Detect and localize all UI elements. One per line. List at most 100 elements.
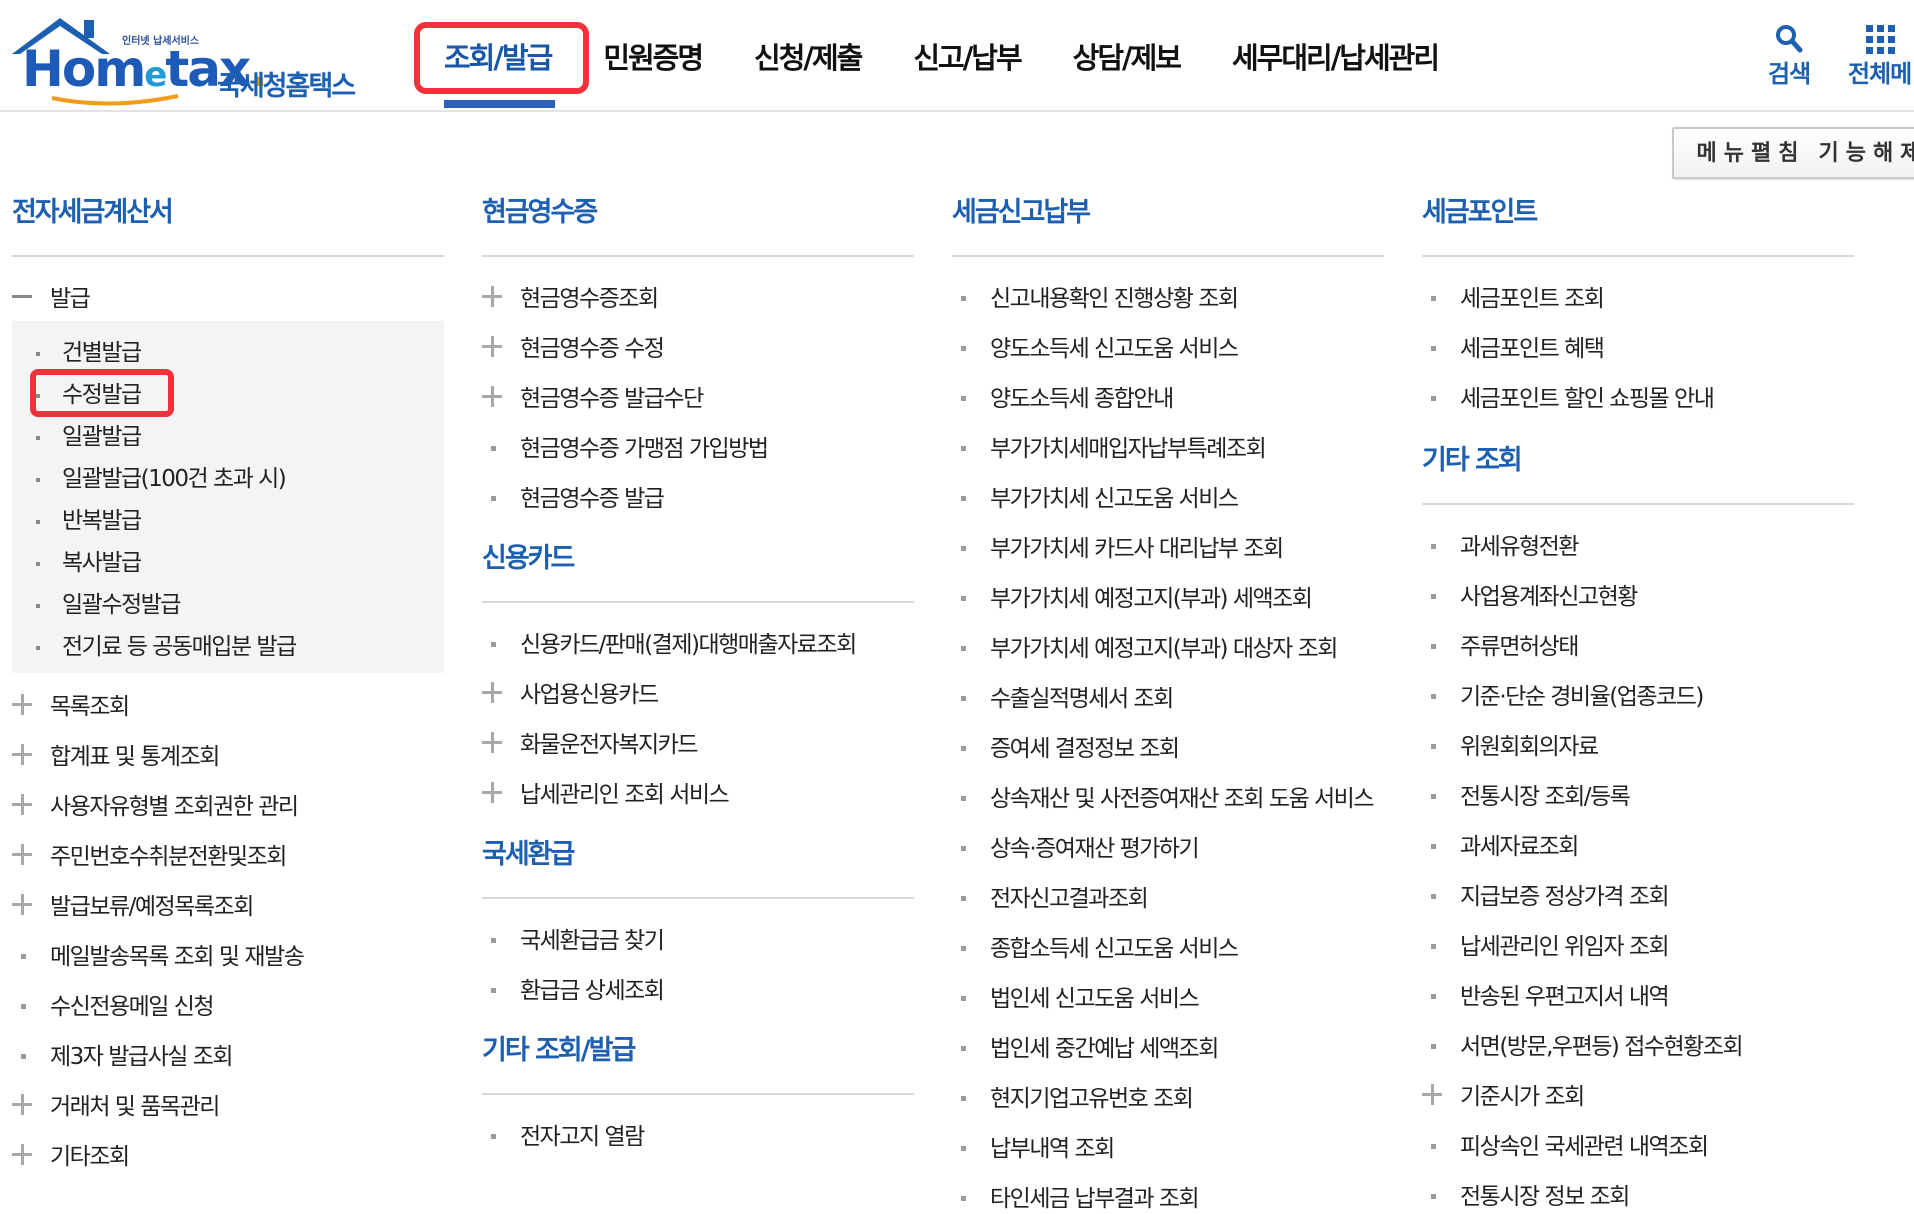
menu-item[interactable]: 세금포인트 조회 (1422, 271, 1854, 321)
bullet-icon (1422, 969, 1460, 1019)
menu-item-label: 기타조회 (50, 1144, 130, 1170)
menu-item[interactable]: 환급금 상세조회 (482, 963, 914, 1013)
menu-item[interactable]: 신고내용확인 진행상황 조회 (952, 271, 1384, 321)
bullet-icon (952, 371, 990, 421)
menu-item[interactable]: 사업용계좌신고현황 (1422, 569, 1854, 619)
menu-item[interactable]: 증여세 결정정보 조회 (952, 721, 1384, 771)
menu-item[interactable]: 현금영수증조회 (482, 271, 914, 321)
menu-item[interactable]: 사용자유형별 조회권한 관리 (12, 779, 444, 829)
menu-item[interactable]: 부가가치세 신고도움 서비스 (952, 471, 1384, 521)
minus-icon (12, 271, 50, 321)
menu-item-label: 위원회회의자료 (1460, 734, 1599, 760)
section-title[interactable]: 기타 조회/발급 (482, 1031, 914, 1071)
gnb-item-civil-certificate[interactable]: 민원증명 (603, 0, 704, 112)
menu-item[interactable]: 현지기업고유번호 조회 (952, 1071, 1384, 1121)
menu-item[interactable]: 세금포인트 혜택 (1422, 321, 1854, 371)
menu-item[interactable]: 주민번호수취분전환및조회 (12, 829, 444, 879)
search-button[interactable]: 검색 (1768, 18, 1811, 89)
menu-item[interactable]: 현금영수증 발급 (482, 471, 914, 521)
menu-item[interactable]: 기준·단순 경비율(업종코드) (1422, 669, 1854, 719)
gnb-item-apply-submit[interactable]: 신청/제출 (754, 0, 863, 112)
menu-item[interactable]: 납세관리인 조회 서비스 (482, 767, 914, 817)
section-title[interactable]: 현금영수증 (482, 193, 914, 233)
menu-item[interactable]: 납세관리인 위임자 조회 (1422, 919, 1854, 969)
menu-item[interactable]: 신용카드/판매(결제)대행매출자료조회 (482, 617, 914, 667)
menu-item[interactable]: 상속·증여재산 평가하기 (952, 821, 1384, 871)
bullet-icon (952, 421, 990, 471)
menu-item[interactable]: 부가가치세 예정고지(부과) 세액조회 (952, 571, 1384, 621)
menu-item[interactable]: 국세환급금 찾기 (482, 913, 914, 963)
menu-item[interactable]: 주류면허상태 (1422, 619, 1854, 669)
menu-item[interactable]: 법인세 신고도움 서비스 (952, 971, 1384, 1021)
menu-item[interactable]: 타인세금 납부결과 조회 (952, 1171, 1384, 1214)
menu-item[interactable]: 기준시가 조회 (1422, 1069, 1854, 1119)
bullet-icon (12, 979, 50, 1029)
menu-item[interactable]: 전통시장 조회/등록 (1422, 769, 1854, 819)
section-title[interactable]: 전자세금계산서 (12, 193, 444, 233)
menu-item[interactable]: 종합소득세 신고도움 서비스 (952, 921, 1384, 971)
menu-item-label: 법인세 중간예납 세액조회 (990, 1036, 1219, 1062)
section-title[interactable]: 세금포인트 (1422, 193, 1854, 233)
menu-unfold-toggle-button[interactable]: 메뉴펼침 기능해제 (1672, 127, 1914, 179)
menu-item[interactable]: 기타조회 (12, 1129, 444, 1179)
menu-item[interactable]: 서면(방문,우편등) 접수현황조회 (1422, 1019, 1854, 1069)
gnb-item-report-pay[interactable]: 신고/납부 (913, 0, 1022, 112)
submenu-item[interactable]: 일괄발급(100건 초과 시) (12, 455, 444, 497)
menu-item[interactable]: 지급보증 정상가격 조회 (1422, 869, 1854, 919)
menu-item-label: 피상속인 국세관련 내역조회 (1460, 1134, 1709, 1160)
menu-item-label: 법인세 신고도움 서비스 (990, 986, 1200, 1012)
menu-item[interactable]: 부가가치세 예정고지(부과) 대상자 조회 (952, 621, 1384, 671)
menu-item[interactable]: 목록조회 (12, 679, 444, 729)
submenu-item[interactable]: 전기료 등 공동매입분 발급 (12, 623, 444, 665)
menu-item[interactable]: 현금영수증 발급수단 (482, 371, 914, 421)
menu-item[interactable]: 거래처 및 품목관리 (12, 1079, 444, 1129)
menu-item[interactable]: 세금포인트 할인 쇼핑몰 안내 (1422, 371, 1854, 421)
menu-item[interactable]: 전자신고결과조회 (952, 871, 1384, 921)
menu-item[interactable]: 제3자 발급사실 조회 (12, 1029, 444, 1079)
menu-item[interactable]: 현금영수증 수정 (482, 321, 914, 371)
menu-item[interactable]: 법인세 중간예납 세액조회 (952, 1021, 1384, 1071)
menu-item[interactable]: 과세자료조회 (1422, 819, 1854, 869)
section-title[interactable]: 신용카드 (482, 539, 914, 579)
submenu-item-highlighted[interactable]: 수정발급 (12, 369, 444, 417)
gnb-item-inquiry-issue[interactable]: 조회/발급 (414, 0, 589, 112)
submenu-item[interactable]: 반복발급 (12, 497, 444, 539)
all-menu-button[interactable]: 전체메 (1848, 18, 1912, 89)
menu-item[interactable]: 메일발송목록 조회 및 재발송 (12, 929, 444, 979)
menu-item[interactable]: 부가가치세매입자납부특례조회 (952, 421, 1384, 471)
submenu-box: 건별발급 수정발급 일괄발급 일괄발급(100건 초과 시) 반복발급 복사발급… (12, 321, 444, 673)
hometax-logo[interactable]: 인터넷 납세서비스 Hometax. 국세청홈택스 (10, 14, 380, 106)
menu-item[interactable]: 사업용신용카드 (482, 667, 914, 717)
submenu-item[interactable]: 일괄발급 (12, 413, 444, 455)
menu-item[interactable]: 피상속인 국세관련 내역조회 (1422, 1119, 1854, 1169)
menu-item[interactable]: 전자고지 열람 (482, 1109, 914, 1159)
menu-item[interactable]: 화물운전자복지카드 (482, 717, 914, 767)
bullet-icon (1422, 569, 1460, 619)
menu-item[interactable]: 양도소득세 종합안내 (952, 371, 1384, 421)
menu-item[interactable]: 위원회회의자료 (1422, 719, 1854, 769)
divider (482, 1093, 914, 1095)
menu-item[interactable]: 과세유형전환 (1422, 519, 1854, 569)
menu-item[interactable]: 전통시장 정보 조회 (1422, 1169, 1854, 1214)
gnb-item-consult-report[interactable]: 상담/제보 (1073, 0, 1182, 112)
menu-item[interactable]: 상속재산 및 사전증여재산 조회 도움 서비스 (952, 771, 1384, 821)
menu-item-expanded[interactable]: 발급 (12, 271, 444, 321)
menu-item[interactable]: 발급보류/예정목록조회 (12, 879, 444, 929)
submenu-item[interactable]: 건별발급 (12, 329, 444, 371)
menu-item-label: 현금영수증 수정 (520, 336, 665, 362)
menu-item[interactable]: 수신전용메일 신청 (12, 979, 444, 1029)
submenu-item[interactable]: 복사발급 (12, 539, 444, 581)
menu-item-label: 기준·단순 경비율(업종코드) (1460, 684, 1704, 710)
section-title[interactable]: 국세환급 (482, 835, 914, 875)
menu-item[interactable]: 납부내역 조회 (952, 1121, 1384, 1171)
menu-item[interactable]: 부가가치세 카드사 대리납부 조회 (952, 521, 1384, 571)
menu-item[interactable]: 양도소득세 신고도움 서비스 (952, 321, 1384, 371)
section-title[interactable]: 세금신고납부 (952, 193, 1384, 233)
section-title[interactable]: 기타 조회 (1422, 441, 1854, 481)
menu-item[interactable]: 현금영수증 가맹점 가입방법 (482, 421, 914, 471)
menu-item[interactable]: 수출실적명세서 조회 (952, 671, 1384, 721)
submenu-item[interactable]: 일괄수정발급 (12, 581, 444, 623)
menu-item[interactable]: 합계표 및 통계조회 (12, 729, 444, 779)
menu-item[interactable]: 반송된 우편고지서 내역 (1422, 969, 1854, 1019)
gnb-item-tax-agent[interactable]: 세무대리/납세관리 (1232, 0, 1440, 112)
